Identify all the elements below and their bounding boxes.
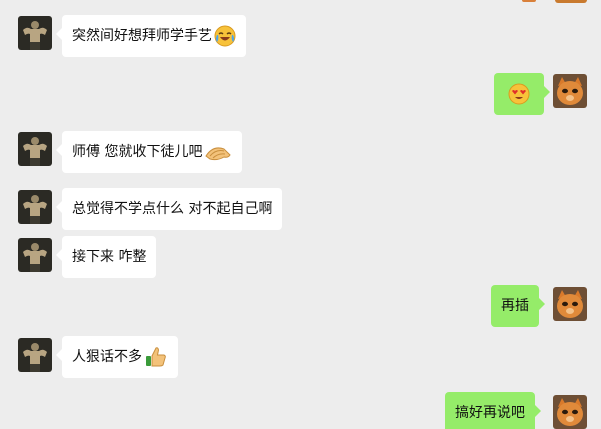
contact-avatar[interactable] — [18, 132, 52, 166]
previous-bubble-edge — [522, 0, 536, 2]
contact-avatar[interactable] — [18, 190, 52, 224]
bodybuilder-avatar-image — [18, 190, 52, 224]
message-bubble[interactable]: 人狠话不多 — [56, 336, 178, 378]
message-bubble[interactable]: 师傅 您就收下徒儿吧 — [55, 131, 243, 173]
bodybuilder-avatar-image — [18, 238, 52, 272]
message-text: 再插 — [501, 298, 529, 314]
message-text: 接下来 咋整 — [72, 249, 147, 265]
message-bubble[interactable]: 总觉得不学点什么 对不起自己啊 — [55, 188, 283, 230]
bodybuilder-avatar-image — [18, 338, 52, 372]
contact-avatar[interactable] — [18, 16, 52, 50]
my-avatar[interactable] — [553, 74, 587, 108]
contact-avatar[interactable] — [18, 338, 52, 372]
message-bubble[interactable]: 搞好再说吧 — [445, 392, 541, 429]
laughing-crying-emoji-icon — [214, 25, 236, 47]
message-text: 人狠话不多 — [72, 349, 142, 365]
bodybuilder-avatar-image — [18, 132, 52, 166]
message-text: 师傅 您就收下徒儿吧 — [72, 144, 203, 160]
heart-eyes-emoji-icon — [508, 83, 530, 105]
bowing-hands-emoji-icon — [204, 141, 232, 163]
my-avatar[interactable] — [553, 287, 587, 321]
bodybuilder-avatar-image — [18, 16, 52, 50]
message-bubble[interactable]: 再插 — [491, 285, 545, 327]
cat-avatar-image — [553, 287, 587, 321]
previous-avatar-edge — [555, 0, 587, 3]
message-bubble[interactable]: 接下来 咋整 — [55, 236, 157, 278]
message-bubble[interactable] — [494, 73, 550, 115]
message-text: 突然间好想拜师学手艺 — [72, 28, 212, 44]
my-avatar[interactable] — [553, 395, 587, 429]
message-text: 搞好再说吧 — [455, 405, 525, 421]
contact-avatar[interactable] — [18, 238, 52, 272]
message-text: 总觉得不学点什么 对不起自己啊 — [72, 201, 273, 217]
message-bubble[interactable]: 突然间好想拜师学手艺 — [56, 15, 246, 57]
cat-avatar-image — [553, 395, 587, 429]
cat-avatar-image — [553, 74, 587, 108]
thumbs-up-emoji-icon — [144, 345, 168, 369]
